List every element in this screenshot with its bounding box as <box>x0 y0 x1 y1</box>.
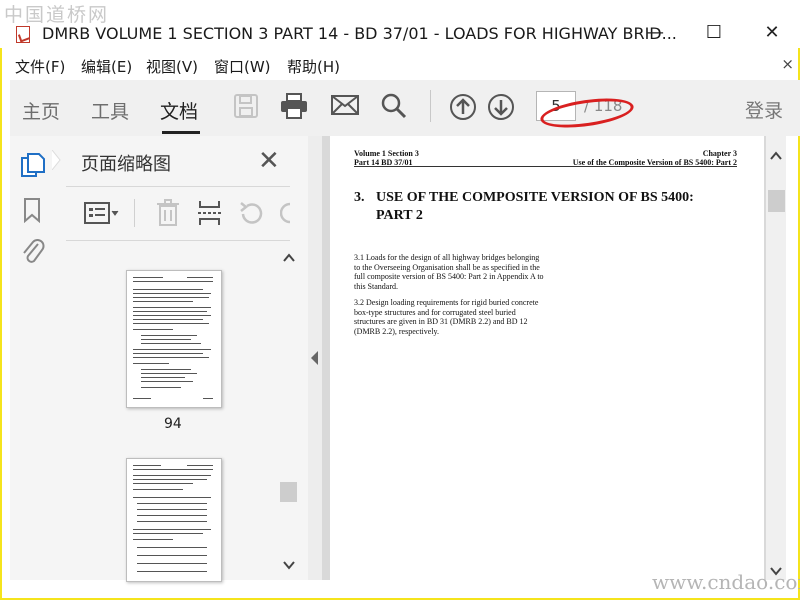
delete-page-icon[interactable] <box>155 199 181 227</box>
tab-tools[interactable]: 工具 <box>91 97 129 124</box>
login-button[interactable]: 登录 <box>745 96 783 123</box>
panel-scroll-up-icon[interactable] <box>283 253 295 263</box>
maximize-button[interactable]: ☐ <box>702 24 726 42</box>
panel-title: 页面缩略图 <box>81 154 171 175</box>
active-tab-indicator <box>162 131 200 134</box>
search-icon[interactable] <box>381 93 407 119</box>
extract-page-icon[interactable] <box>197 199 223 227</box>
menu-bar: 文件(F) 编辑(E) 视图(V) 窗口(W) 帮助(H) × <box>0 52 800 78</box>
panel-scroll-thumb[interactable] <box>280 482 297 502</box>
close-window-button[interactable]: ✕ <box>760 24 784 42</box>
save-icon[interactable] <box>233 93 259 119</box>
thumbnail-options-icon[interactable] <box>84 201 122 225</box>
menu-file[interactable]: 文件(F) <box>15 56 65 77</box>
menu-window[interactable]: 窗口(W) <box>214 56 271 77</box>
doc-heading: 3. USE OF THE COMPOSITE VERSION OF BS 540… <box>354 189 744 225</box>
previous-page-icon[interactable] <box>449 93 477 121</box>
panel-pointer-icon <box>52 150 61 170</box>
thumbnail-page-95[interactable] <box>126 458 222 582</box>
doc-heading-line1: USE OF THE COMPOSITE VERSION OF BS 5400: <box>376 190 694 205</box>
next-page-icon[interactable] <box>487 93 515 121</box>
doc-paragraph-3-1: 3.1 Loads for the design of all highway … <box>354 253 544 291</box>
page-thumbnails-icon[interactable] <box>20 152 46 180</box>
doc-header-rule <box>354 166 737 167</box>
attachment-icon[interactable] <box>20 238 46 266</box>
thumbnail-page-94[interactable] <box>126 270 222 408</box>
rotate-right-icon[interactable] <box>280 200 292 226</box>
bookmark-icon[interactable] <box>22 197 42 223</box>
doc-header-volume: Volume 1 Section 3 <box>354 149 419 158</box>
panel-close-button[interactable]: ✕ <box>258 146 280 176</box>
print-icon[interactable] <box>280 93 308 119</box>
tab-document[interactable]: 文档 <box>160 97 198 124</box>
watermark-bottom: www.cndao.com <box>652 570 800 594</box>
window-title: DMRB VOLUME 1 SECTION 3 PART 14 - BD 37/… <box>42 24 677 43</box>
menu-help[interactable]: 帮助(H) <box>287 56 340 77</box>
doc-heading-number: 3. <box>354 190 365 205</box>
watermark-top: 中国道桥网 <box>4 4 110 26</box>
panel-tool-separator <box>134 199 135 227</box>
panel-scroll-down-icon[interactable] <box>283 560 295 570</box>
menu-edit[interactable]: 编辑(E) <box>81 56 132 77</box>
doc-paragraph-3-2: 3.2 Design loading requirements for rigi… <box>354 298 539 336</box>
thumbnail-page-number: 94 <box>164 416 182 432</box>
rotate-left-icon[interactable] <box>237 200 265 226</box>
doc-scroll-thumb[interactable] <box>768 190 785 212</box>
collapse-panel-icon[interactable] <box>310 351 320 365</box>
doc-header-chapter: Chapter 3 <box>702 149 737 158</box>
menu-view[interactable]: 视图(V) <box>146 56 198 77</box>
minimize-button[interactable]: — <box>643 24 667 42</box>
tab-home[interactable]: 主页 <box>22 97 60 124</box>
toolbar-separator <box>430 90 431 122</box>
doc-scroll-up-icon[interactable] <box>770 151 782 161</box>
doc-heading-line2: PART 2 <box>376 208 423 223</box>
pdf-file-icon <box>16 26 30 43</box>
menu-close-document[interactable]: × <box>781 55 794 73</box>
panel-toolbar-divider <box>66 240 290 241</box>
panel-divider <box>66 186 290 187</box>
email-icon[interactable] <box>331 93 359 117</box>
